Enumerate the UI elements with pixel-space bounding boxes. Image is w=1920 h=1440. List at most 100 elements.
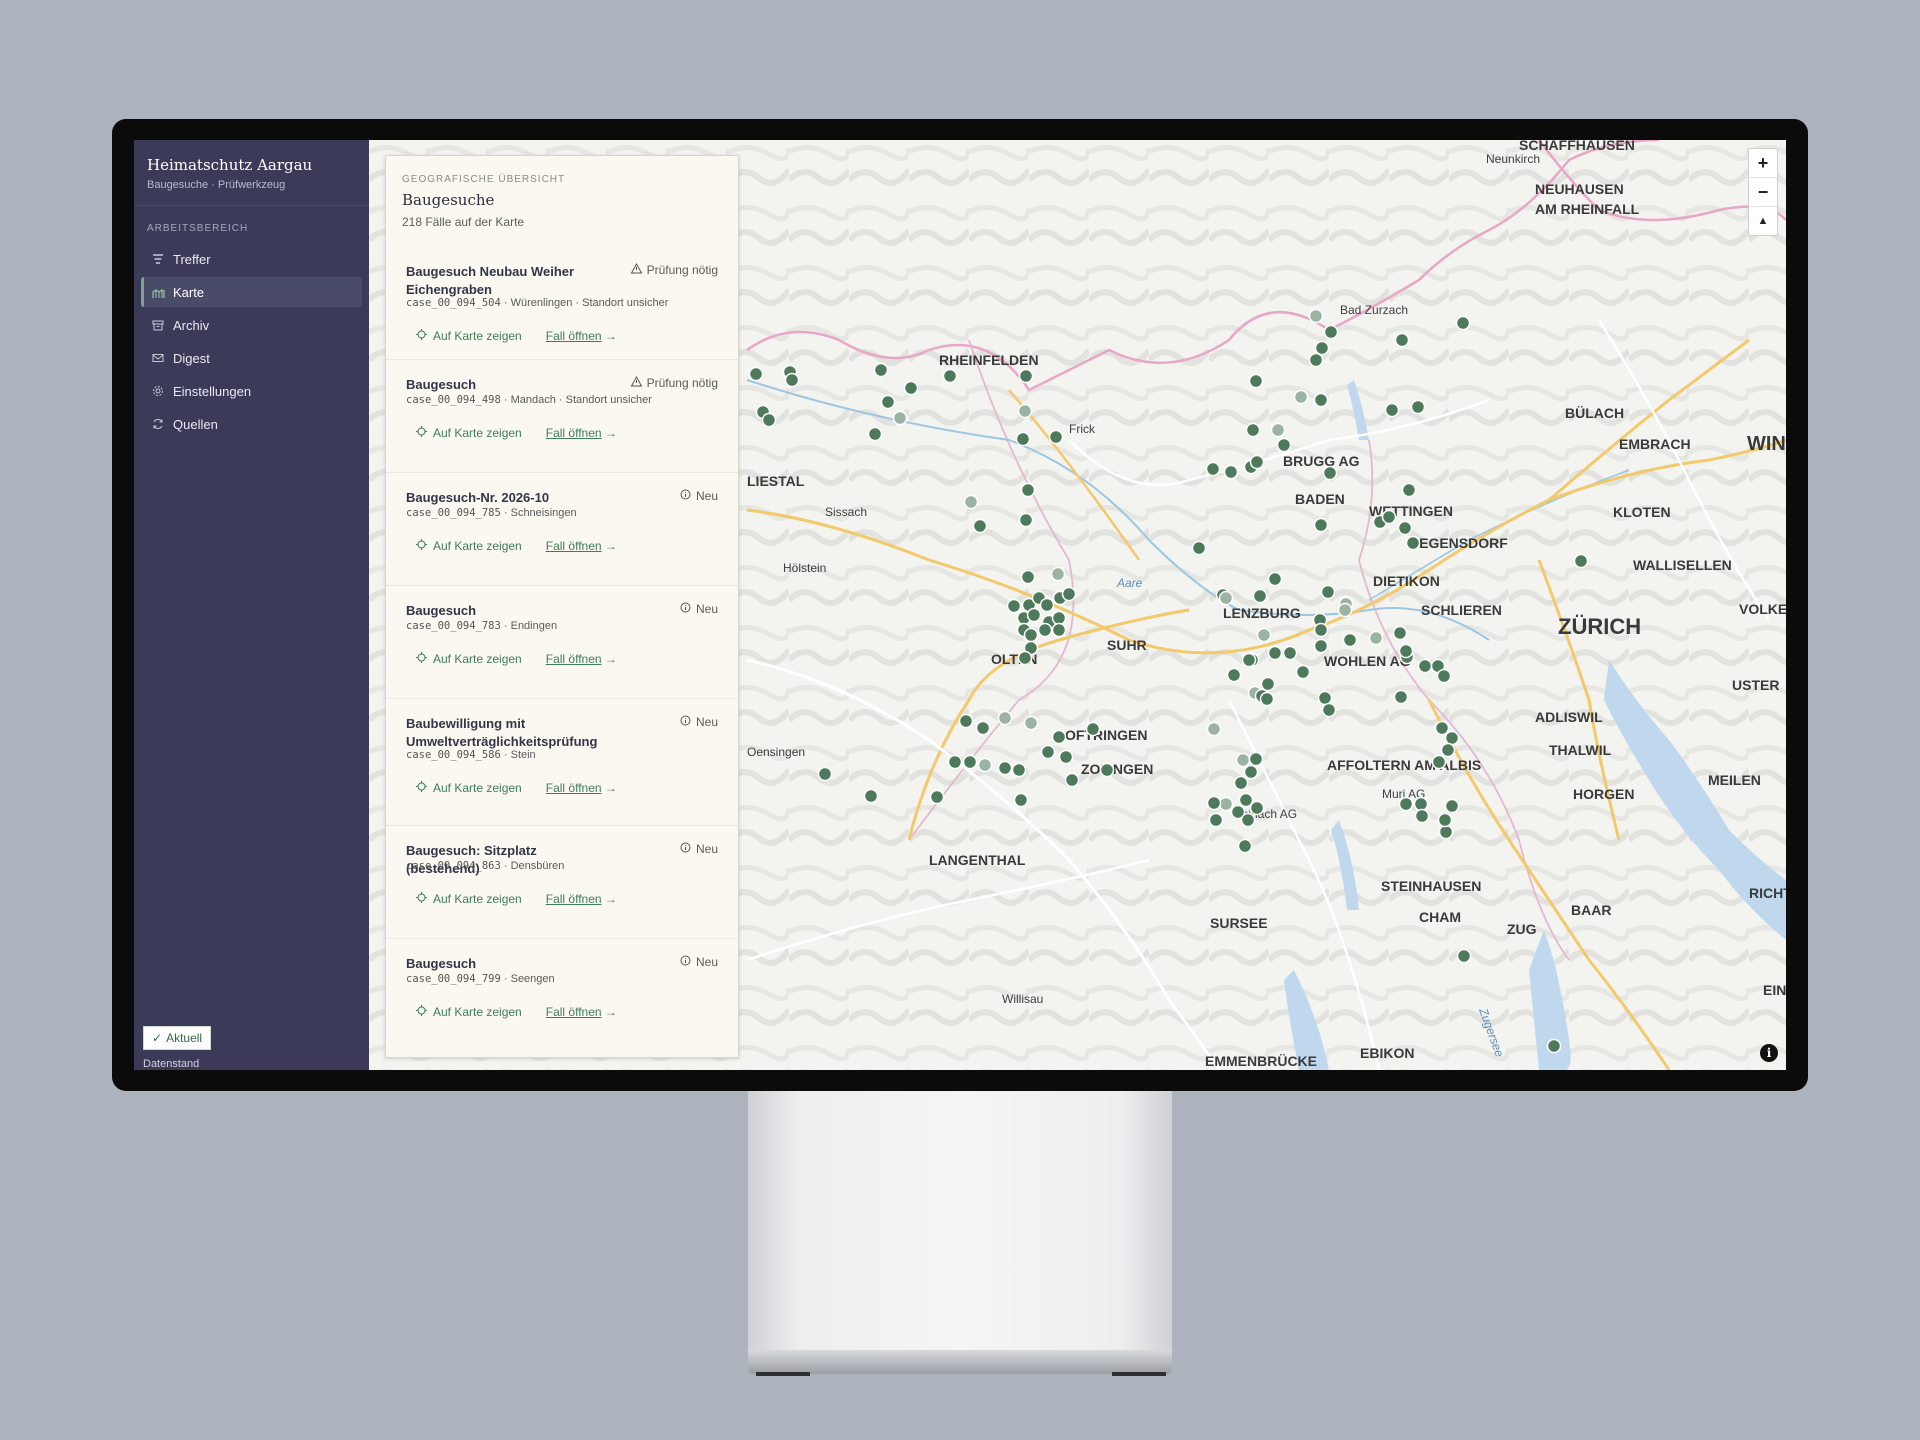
- case-marker[interactable]: [962, 754, 978, 770]
- case-marker[interactable]: [784, 372, 800, 388]
- case-marker[interactable]: [1085, 721, 1101, 737]
- case-marker[interactable]: [1444, 798, 1460, 814]
- case-marker[interactable]: [1314, 340, 1330, 356]
- case-marker[interactable]: [1295, 664, 1311, 680]
- case-marker[interactable]: [1313, 638, 1329, 654]
- case-marker[interactable]: [1218, 590, 1234, 606]
- case-marker[interactable]: [1051, 610, 1067, 626]
- case-marker[interactable]: [1434, 720, 1450, 736]
- case-marker[interactable]: [1238, 792, 1254, 808]
- case-marker[interactable]: [1413, 796, 1429, 812]
- case-marker[interactable]: [863, 788, 879, 804]
- case-marker[interactable]: [1061, 586, 1077, 602]
- case-marker[interactable]: [1064, 772, 1080, 788]
- case-marker[interactable]: [1308, 352, 1324, 368]
- open-case-link[interactable]: Fall öffnen →: [546, 426, 617, 440]
- case-marker[interactable]: [1051, 622, 1067, 638]
- case-marker[interactable]: [892, 410, 908, 426]
- case-marker[interactable]: [942, 368, 958, 384]
- case-item[interactable]: Baugesuch Neubau Weiher Eichengraben Prüf…: [386, 247, 738, 359]
- case-marker[interactable]: [1546, 1038, 1562, 1054]
- attribution-info-button[interactable]: i: [1760, 1044, 1778, 1062]
- case-marker[interactable]: [1342, 632, 1358, 648]
- case-marker[interactable]: [1223, 464, 1239, 480]
- case-marker[interactable]: [1394, 332, 1410, 348]
- case-marker[interactable]: [1437, 812, 1453, 828]
- case-marker[interactable]: [1015, 431, 1031, 447]
- case-marker[interactable]: [1397, 520, 1413, 536]
- sidebar-item-digest[interactable]: Digest: [141, 343, 362, 373]
- show-on-map-link[interactable]: Auf Karte zeigen: [416, 652, 522, 666]
- show-on-map-link[interactable]: Auf Karte zeigen: [416, 539, 522, 553]
- zoom-in-button[interactable]: +: [1749, 149, 1777, 178]
- case-marker[interactable]: [1218, 796, 1234, 812]
- case-item[interactable]: Baugesuch: Sitzplatz (bestehend) Neu case_…: [386, 825, 738, 938]
- case-marker[interactable]: [1293, 389, 1309, 405]
- case-marker[interactable]: [1368, 630, 1384, 646]
- zoom-out-button[interactable]: −: [1749, 178, 1777, 207]
- case-marker[interactable]: [880, 394, 896, 410]
- case-marker[interactable]: [1249, 800, 1265, 816]
- case-marker[interactable]: [1393, 689, 1409, 705]
- case-marker[interactable]: [1241, 652, 1257, 668]
- case-item[interactable]: Baugesuch-Nr. 2026-10 Neu case_00_094_785 …: [386, 472, 738, 585]
- case-marker[interactable]: [1237, 838, 1253, 854]
- case-item[interactable]: Baugesuch Neu case_00_094_783 · Endingen Au…: [386, 585, 738, 698]
- compass-button[interactable]: ▲: [1749, 207, 1777, 235]
- case-marker[interactable]: [1573, 553, 1589, 569]
- case-marker[interactable]: [1235, 752, 1251, 768]
- case-marker[interactable]: [1321, 702, 1337, 718]
- case-marker[interactable]: [1308, 308, 1324, 324]
- case-marker[interactable]: [1259, 691, 1275, 707]
- case-marker[interactable]: [1058, 749, 1074, 765]
- case-marker[interactable]: [1410, 399, 1426, 415]
- case-marker[interactable]: [1444, 730, 1460, 746]
- case-marker[interactable]: [997, 760, 1013, 776]
- case-marker[interactable]: [1006, 598, 1022, 614]
- case-marker[interactable]: [1023, 715, 1039, 731]
- case-marker[interactable]: [1337, 602, 1353, 618]
- case-marker[interactable]: [1270, 422, 1286, 438]
- case-marker[interactable]: [1018, 368, 1034, 384]
- case-marker[interactable]: [867, 426, 883, 442]
- case-title[interactable]: Baugesuch: [406, 376, 606, 394]
- sidebar-item-treffer[interactable]: Treffer: [141, 244, 362, 274]
- case-marker[interactable]: [1381, 509, 1397, 525]
- case-title[interactable]: Baugesuch Neubau Weiher Eichengraben: [406, 263, 606, 299]
- case-marker[interactable]: [1240, 812, 1256, 828]
- case-marker[interactable]: [1438, 824, 1454, 840]
- case-title[interactable]: Baugesuch: [406, 602, 606, 620]
- case-marker[interactable]: [1040, 744, 1056, 760]
- case-marker[interactable]: [1011, 762, 1027, 778]
- open-case-link[interactable]: Fall öffnen →: [546, 539, 617, 553]
- case-marker[interactable]: [1191, 540, 1207, 556]
- sidebar-item-einstellungen[interactable]: Einstellungen: [141, 376, 362, 406]
- case-marker[interactable]: [972, 518, 988, 534]
- case-marker[interactable]: [1248, 751, 1264, 767]
- open-case-link[interactable]: Fall öffnen →: [546, 1005, 617, 1019]
- open-case-link[interactable]: Fall öffnen →: [546, 329, 617, 343]
- open-case-link[interactable]: Fall öffnen →: [546, 652, 617, 666]
- case-marker[interactable]: [1392, 625, 1408, 641]
- case-marker[interactable]: [1313, 392, 1329, 408]
- case-marker[interactable]: [1313, 517, 1329, 533]
- case-marker[interactable]: [1017, 650, 1033, 666]
- case-marker[interactable]: [1384, 402, 1400, 418]
- case-marker[interactable]: [1023, 627, 1039, 643]
- case-marker[interactable]: [1260, 676, 1276, 692]
- case-item[interactable]: Baugesuch Prüfung nötig case_00_094_498 · …: [386, 359, 738, 472]
- sidebar-item-karte[interactable]: Karte: [141, 277, 362, 307]
- case-marker[interactable]: [1456, 948, 1472, 964]
- case-marker[interactable]: [1431, 754, 1447, 770]
- case-title[interactable]: Baugesuch-Nr. 2026-10: [406, 489, 606, 507]
- case-marker[interactable]: [748, 366, 764, 382]
- case-marker[interactable]: [1017, 403, 1033, 419]
- case-marker[interactable]: [1226, 667, 1242, 683]
- case-marker[interactable]: [1051, 729, 1067, 745]
- case-marker[interactable]: [1208, 812, 1224, 828]
- case-marker[interactable]: [1252, 588, 1268, 604]
- case-marker[interactable]: [1245, 422, 1261, 438]
- case-title[interactable]: Baubewilligung mit Umweltverträglichkeit…: [406, 715, 606, 751]
- case-marker[interactable]: [1317, 690, 1333, 706]
- case-marker[interactable]: [1048, 429, 1064, 445]
